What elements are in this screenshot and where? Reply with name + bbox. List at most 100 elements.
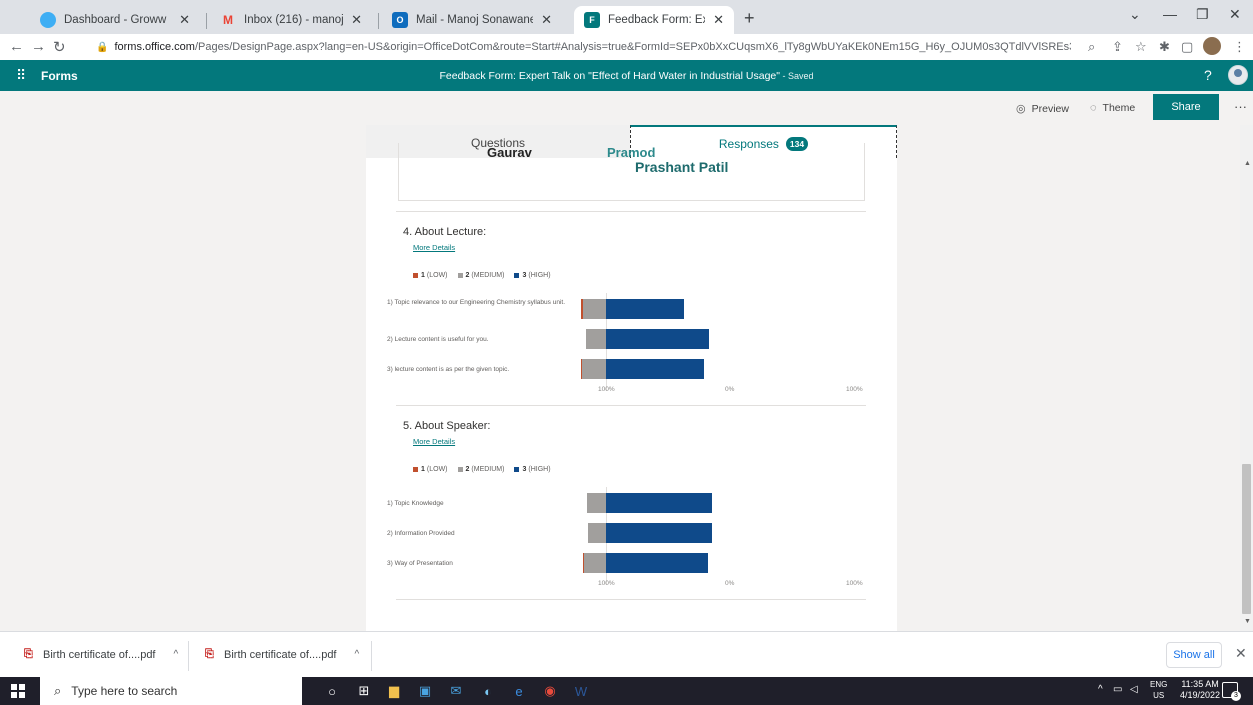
chevron-up-icon[interactable]: ^ — [355, 649, 360, 660]
task-view-icon[interactable]: ⊞ — [355, 682, 373, 700]
close-window-icon[interactable]: ✕ — [1229, 6, 1241, 23]
pdf-file-icon: ⎘ — [24, 648, 33, 660]
statement-label: 3) Way of Presentation — [387, 560, 453, 567]
browser-tab-groww[interactable]: Dashboard - Groww ✕ — [30, 6, 200, 34]
outlook-icon: O — [392, 12, 408, 28]
browser-profile-avatar[interactable] — [1203, 37, 1221, 55]
preview-button[interactable]: ◎ Preview — [1016, 102, 1069, 116]
maximize-icon[interactable]: ❐ — [1196, 6, 1209, 23]
close-downloads-icon[interactable]: ✕ — [1235, 645, 1247, 662]
clock-date: 4/19/2022 — [1180, 690, 1221, 700]
scroll-down-icon[interactable]: ▼ — [1244, 618, 1251, 625]
windows-taskbar: ⌕ Type here to search ○ ⊞ ▆ ▣ ✉ ◐ e ◉ W … — [0, 677, 1253, 705]
volume-icon[interactable]: ◁ — [1130, 684, 1138, 695]
store-icon[interactable]: ▣ — [416, 682, 434, 700]
bar-segment-medium — [584, 553, 606, 573]
axis-label-right: 100% — [846, 386, 863, 393]
notifications-icon[interactable] — [1222, 682, 1241, 701]
bar-segment-medium — [583, 299, 606, 319]
network-icon[interactable]: ▭ — [1113, 684, 1122, 695]
groww-icon — [40, 12, 56, 28]
back-icon[interactable]: ← — [9, 38, 24, 55]
help-button[interactable]: ? — [1204, 67, 1212, 83]
tab-search-icon[interactable]: ⌄ — [1129, 6, 1141, 23]
region-code: US — [1153, 691, 1165, 700]
downloads-bar: ⎘ Birth certificate of....pdf ^ ⎘ Birth … — [0, 631, 1253, 677]
internet-explorer-icon[interactable]: e — [510, 682, 528, 700]
page-scrollbar[interactable]: ▲ ▼ — [1240, 125, 1253, 631]
theme-button[interactable]: ◌ Theme — [1090, 102, 1135, 114]
more-options-icon[interactable]: ··· — [1234, 99, 1247, 114]
axis-label-center: 0% — [725, 580, 735, 587]
legend-item-medium: 2 (MEDIUM) — [457, 466, 504, 473]
browser-tab-gmail[interactable]: M Inbox (216) - manojsonawane12 ✕ — [210, 6, 372, 34]
new-tab-button[interactable]: + — [744, 8, 755, 29]
legend-high-number: 3 — [522, 272, 527, 279]
pdf-file-icon: ⎘ — [205, 648, 214, 660]
close-tab-icon[interactable]: ✕ — [713, 12, 724, 28]
extensions-icon[interactable]: ✱ — [1159, 39, 1170, 55]
more-details-link[interactable]: More Details — [413, 437, 455, 446]
chrome-icon[interactable]: ◉ — [541, 682, 559, 700]
legend-low-label: (LOW) — [426, 272, 448, 279]
user-avatar[interactable] — [1228, 65, 1248, 85]
taskbar-search-box[interactable]: ⌕ Type here to search — [40, 677, 302, 705]
side-panel-icon[interactable]: ▢ — [1181, 39, 1193, 55]
show-all-downloads-button[interactable]: Show all — [1166, 642, 1222, 668]
forms-icon: F — [584, 12, 600, 28]
browser-tab-outlook[interactable]: O Mail - Manoj Sonawane (Dr.) - O ✕ — [382, 6, 562, 34]
taskbar-clock[interactable]: 11:35 AM 4/19/2022 — [1180, 679, 1220, 701]
previous-question-chart: Gaurav Pramod Prashant Patil — [398, 143, 865, 201]
statement-label: 2) Information Provided — [387, 530, 455, 537]
close-tab-icon[interactable]: ✕ — [541, 12, 552, 28]
question-title: 5. About Speaker: — [403, 420, 491, 432]
legend-low-number: 1 — [421, 272, 425, 279]
legend-high-label: (HIGH) — [528, 466, 551, 473]
scrollbar-thumb[interactable] — [1242, 464, 1251, 614]
legend-item-low: 1 (LOW) — [413, 272, 448, 279]
share-page-icon[interactable]: ⇪ — [1112, 39, 1123, 55]
legend-swatch-low — [413, 273, 418, 278]
more-details-link[interactable]: More Details — [413, 243, 455, 252]
scroll-up-icon[interactable]: ▲ — [1244, 160, 1251, 167]
windows-start-icon[interactable] — [11, 684, 25, 698]
url-path: /Pages/DesignPage.aspx?lang=en-US&origin… — [194, 41, 1071, 53]
form-card: Questions Responses 134 Gaurav Pramod Pra… — [366, 125, 897, 631]
close-tab-icon[interactable]: ✕ — [351, 12, 362, 28]
legend-high-number: 3 — [522, 466, 527, 473]
cortana-icon[interactable]: ○ — [323, 682, 341, 700]
browser-tab-feedback-form[interactable]: F Feedback Form: Expert Talk on "E ✕ — [574, 6, 734, 34]
download-item[interactable]: ⎘ Birth certificate of....pdf ^ — [24, 648, 178, 661]
language-indicator[interactable]: ENG US — [1150, 679, 1167, 701]
gmail-icon: M — [223, 13, 233, 27]
download-item[interactable]: ⎘ Birth certificate of....pdf ^ — [205, 648, 359, 661]
form-title: Feedback Form: Expert Talk on "Effect of… — [0, 70, 1253, 82]
zoom-icon[interactable]: ⌕ — [1088, 39, 1095, 55]
file-explorer-icon[interactable]: ▆ — [385, 682, 403, 700]
share-button[interactable]: Share — [1153, 94, 1219, 120]
close-tab-icon[interactable]: ✕ — [179, 12, 190, 28]
tab-title: Inbox (216) - manojsonawane12 — [244, 14, 344, 26]
axis-label-center: 0% — [725, 386, 735, 393]
form-toolbar: ◎ Preview ◌ Theme Share ··· — [0, 91, 1253, 125]
clock-time: 11:35 AM — [1181, 679, 1219, 689]
photos-icon[interactable]: ◐ — [479, 682, 497, 700]
mail-app-icon[interactable]: ✉ — [447, 682, 465, 700]
chevron-up-icon[interactable]: ^ — [174, 649, 179, 660]
bookmark-star-icon[interactable]: ☆ — [1135, 39, 1147, 55]
minimize-icon[interactable]: — — [1163, 6, 1177, 22]
show-hidden-icons-icon[interactable]: ^ — [1098, 684, 1103, 695]
forward-icon[interactable]: → — [31, 38, 46, 55]
palette-icon: ◌ — [1090, 102, 1097, 114]
url-field[interactable]: 🔒 forms.office.com/Pages/DesignPage.aspx… — [96, 37, 1071, 57]
bar-segment-medium — [585, 329, 606, 349]
bar-segment-high — [606, 523, 712, 543]
word-icon[interactable]: W — [572, 682, 590, 700]
browser-menu-icon[interactable]: ⋮ — [1233, 39, 1246, 55]
legend-item-high: 3 (HIGH) — [514, 466, 551, 473]
tab-title: Dashboard - Groww — [64, 14, 167, 26]
reload-icon[interactable]: ↻ — [53, 38, 66, 56]
chart-legend: 1 (LOW) 2 (MEDIUM) 3 (HIGH) — [413, 272, 561, 279]
section-divider — [396, 211, 866, 212]
legend-high-label: (HIGH) — [528, 272, 551, 279]
